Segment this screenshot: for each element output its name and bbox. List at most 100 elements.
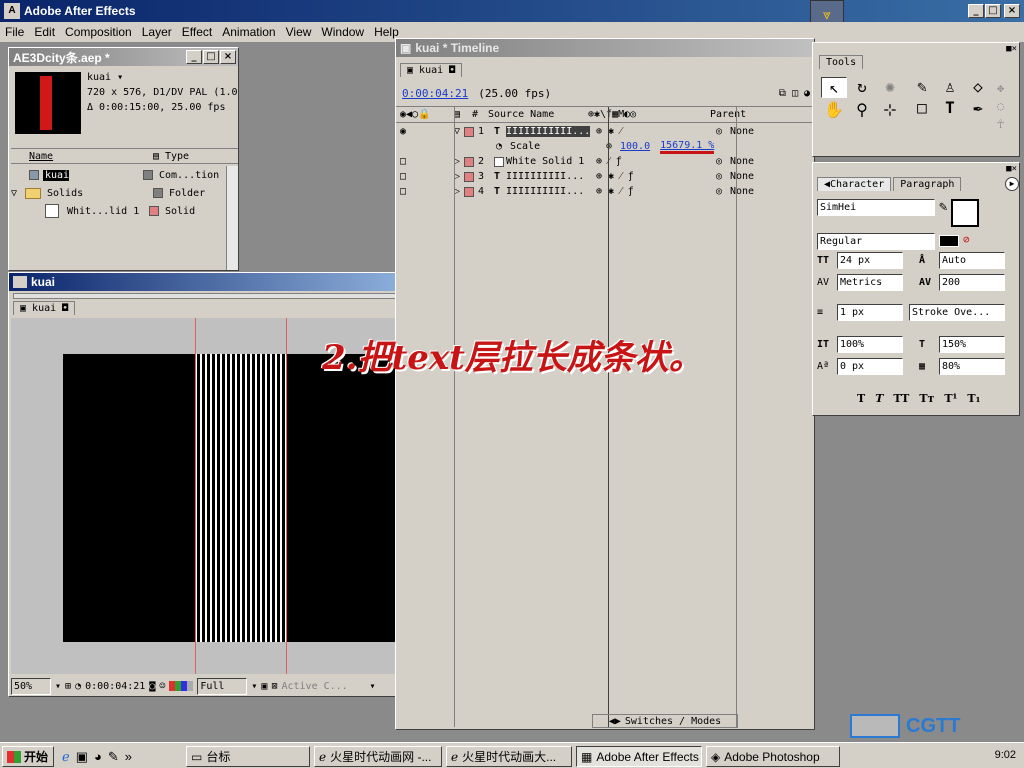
faux-italic-button[interactable]: T <box>875 392 883 405</box>
table-row[interactable]: □ ▷ 4 T IIIIIIIIII... ⊕ ✱ ⁄ ƒ ◎ None <box>396 184 816 199</box>
title-safe-icon[interactable]: ⊞ <box>65 681 71 692</box>
tools-close-button[interactable]: ■× <box>1006 44 1017 54</box>
subscript-button[interactable]: T₁ <box>967 392 980 405</box>
panel-menu-icon[interactable]: ▶ <box>1005 177 1019 191</box>
small-caps-button[interactable]: Tт <box>919 392 934 405</box>
menu-effect[interactable]: Effect <box>177 25 217 39</box>
visibility-icon[interactable]: □ <box>396 186 454 197</box>
no-stroke-icon[interactable]: ⊘ <box>963 233 970 250</box>
visibility-icon[interactable]: □ <box>396 156 454 167</box>
table-row[interactable]: □ ▷ 2 White Solid 1 ⊕ ⁄ ƒ ◎ None <box>396 154 816 169</box>
parent-pickwhip-icon[interactable]: ◎ <box>716 126 730 137</box>
parent-select[interactable]: None <box>730 171 754 182</box>
expand-icon[interactable]: ▷ <box>454 186 464 197</box>
stroke-mode-select[interactable]: Stroke Ove... <box>909 303 1005 321</box>
leading-field[interactable]: Auto <box>939 251 1005 269</box>
expand-icon[interactable]: ▷ <box>454 171 464 182</box>
show-snapshot-icon[interactable]: ☺ <box>159 681 165 692</box>
motion-blur-icon[interactable]: ◕ <box>804 88 810 99</box>
resolution-select[interactable]: Full <box>197 677 248 695</box>
font-style-select[interactable]: Regular <box>817 233 935 250</box>
eyedropper-icon[interactable]: ✎ <box>939 199 947 227</box>
menu-view[interactable]: View <box>281 25 317 39</box>
zoom-select[interactable]: 50% <box>11 677 51 695</box>
timeline-timecode[interactable]: 0:00:04:21 <box>402 87 468 100</box>
parent-pickwhip-icon[interactable]: ◎ <box>716 156 730 167</box>
font-size-field[interactable]: 24 px <box>837 251 903 269</box>
superscript-button[interactable]: T¹ <box>944 392 957 405</box>
selection-tool-icon[interactable]: ↖ <box>821 77 847 98</box>
expand-icon[interactable]: ▽ <box>454 126 464 137</box>
layer-name[interactable]: IIIIIIIIII... <box>506 171 590 182</box>
transparency-grid-icon[interactable]: ⊠ <box>271 681 277 692</box>
expand-icon[interactable]: ▽ <box>11 188 25 199</box>
eraser-tool-icon[interactable]: ◇ <box>965 77 991 96</box>
parent-select[interactable]: None <box>730 186 754 197</box>
switches-modes-toggle[interactable]: Switches / Modes <box>625 716 721 727</box>
visibility-icon[interactable]: □ <box>396 171 454 182</box>
zoom-tool-icon[interactable]: ⚲ <box>849 100 875 119</box>
character-close-button[interactable]: ■× <box>1006 164 1017 174</box>
menu-file[interactable]: File <box>0 25 29 39</box>
layer-name[interactable]: IIIIIIIIII... <box>506 186 590 197</box>
horizontal-scale-field[interactable]: 150% <box>939 335 1005 353</box>
font-family-select[interactable]: SimHei <box>817 199 935 216</box>
camera-view-select[interactable]: Active C... <box>281 681 365 692</box>
more-icon[interactable]: » <box>125 749 132 764</box>
col-name-header[interactable]: Name <box>29 151 147 162</box>
source-name-header[interactable]: Source Name <box>484 109 584 120</box>
property-row[interactable]: ◔ Scale ⊚ 100.0 15679.1 % <box>396 139 816 154</box>
menu-window[interactable]: Window <box>316 25 369 39</box>
visibility-icon[interactable]: ◉ <box>396 126 454 137</box>
parent-pickwhip-icon[interactable]: ◎ <box>716 171 730 182</box>
label-header-icon[interactable]: ▤ <box>147 151 165 162</box>
comp-timecode[interactable]: 0:00:04:21 <box>85 681 145 692</box>
snapshot-icon[interactable]: ◙ <box>149 681 155 692</box>
axis-icons[interactable]: ✥ ◌ ☥ <box>997 79 1004 133</box>
zoom-dropdown-icon[interactable]: ▾ <box>55 681 61 692</box>
orbit-camera-icon[interactable]: ✺ <box>877 77 903 98</box>
tab-tools[interactable]: Tools <box>819 55 864 69</box>
roi-icon[interactable]: ▣ <box>261 681 267 692</box>
resolution-dropdown-icon[interactable]: ▾ <box>251 681 257 692</box>
table-row[interactable]: □ ▷ 3 T IIIIIIIIII... ⊕ ✱ ⁄ ƒ ◎ None <box>396 169 816 184</box>
explorer-icon[interactable]: ▣ <box>76 749 88 765</box>
paint-icon[interactable]: ✎ <box>108 749 119 765</box>
kerning-field[interactable]: Metrics <box>837 273 903 291</box>
layer-name[interactable]: IIIIIIIIIII... <box>506 126 590 137</box>
menu-layer[interactable]: Layer <box>137 25 177 39</box>
tab-timeline-kuai[interactable]: ▣ kuai ◘ <box>400 63 463 77</box>
table-row[interactable]: ◉ ▽ 1 T IIIIIIIIIII... ⊕ ✱ ⁄ ◎ None <box>396 124 816 139</box>
stroke-color-swatch[interactable] <box>939 235 959 247</box>
list-item[interactable]: kuai Com...tion <box>11 166 229 184</box>
stopwatch-icon[interactable]: ◔ <box>496 141 510 152</box>
fill-color-swatch[interactable] <box>951 199 980 227</box>
switches-toggle-icon[interactable]: ◀▶ <box>609 716 621 727</box>
project-close-button[interactable]: × <box>220 50 236 64</box>
taskbar-item[interactable]: ℯ 火星时代动画网 -... <box>314 746 442 767</box>
project-maximize-button[interactable]: □ <box>203 50 219 64</box>
minimize-button[interactable]: _ <box>968 4 984 18</box>
scale-y-value[interactable]: 15679.1 % <box>660 140 715 154</box>
comp-flowchart-icon[interactable]: ⧉ <box>779 88 786 99</box>
tracking-field[interactable]: 200 <box>939 273 1005 291</box>
clone-stamp-icon[interactable]: ♙ <box>937 77 963 96</box>
parent-pickwhip-icon[interactable]: ◎ <box>716 186 730 197</box>
taskbar-item[interactable]: ▦ Adobe After Effects <box>576 746 702 767</box>
expand-icon[interactable]: ▷ <box>454 156 464 167</box>
type-tool-icon[interactable]: T <box>937 98 963 117</box>
mask-tool-icon[interactable]: □ <box>909 98 935 117</box>
list-item[interactable]: ▽ Solids Folder <box>11 184 229 202</box>
view-dropdown-icon[interactable]: ▾ <box>369 681 375 692</box>
draft-3d-icon[interactable]: ◫ <box>792 88 798 99</box>
stroke-width-field[interactable]: 1 px <box>837 303 903 321</box>
taskbar-item[interactable]: ℯ 火星时代动画大... <box>446 746 572 767</box>
tab-comp-kuai[interactable]: ▣ kuai ◘ <box>13 301 76 315</box>
menu-help[interactable]: Help <box>369 25 404 39</box>
menu-composition[interactable]: Composition <box>60 25 137 39</box>
qq-icon[interactable]: ◕ <box>94 749 102 764</box>
parent-select[interactable]: None <box>730 126 754 137</box>
scale-x-value[interactable]: 100.0 <box>620 141 650 152</box>
hand-tool-icon[interactable]: ✋ <box>821 100 847 119</box>
tsume-field[interactable]: 80% <box>939 357 1005 375</box>
